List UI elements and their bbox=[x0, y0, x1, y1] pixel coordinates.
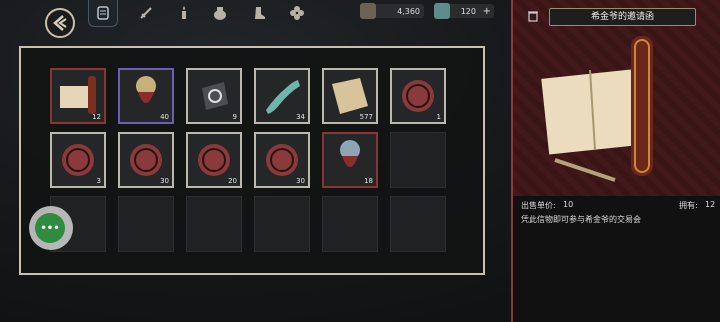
tab-misc[interactable] bbox=[283, 0, 311, 26]
back-arrow-icon bbox=[53, 15, 67, 31]
item-slot-paper[interactable]: 577 bbox=[322, 68, 378, 124]
price-value: 10 bbox=[563, 200, 574, 209]
empty-slot[interactable] bbox=[186, 196, 242, 252]
item-info-box: 出售单价: 10 拥有: 12 凭此信物即可参与希金爷的交易会 bbox=[513, 196, 720, 322]
gem-currency: 120 + bbox=[434, 3, 494, 19]
inventory-panel: 12 40 9 34 577 1 3 30 20 30 18 bbox=[19, 46, 485, 275]
empty-slot[interactable] bbox=[118, 196, 174, 252]
empty-slot[interactable] bbox=[390, 132, 446, 188]
item-qty: 34 bbox=[296, 113, 305, 121]
boot-icon bbox=[255, 7, 265, 19]
item-qty: 12 bbox=[92, 113, 101, 121]
tab-consumables[interactable] bbox=[170, 0, 198, 26]
item-slot-coin[interactable]: 30 bbox=[254, 132, 310, 188]
owned-label: 拥有: bbox=[679, 201, 698, 210]
price-label: 出售单价: bbox=[521, 201, 556, 210]
item-qty: 1 bbox=[436, 113, 441, 121]
item-slot-pouch-blue[interactable]: 18 bbox=[322, 132, 378, 188]
item-slot-rune-stone[interactable]: 9 bbox=[186, 68, 242, 124]
sword-icon bbox=[140, 7, 152, 19]
invitation-illustration-icon bbox=[541, 36, 653, 182]
empty-slot[interactable] bbox=[390, 196, 446, 252]
item-slot-coin[interactable]: 20 bbox=[186, 132, 242, 188]
tab-all[interactable] bbox=[88, 0, 118, 27]
gem-amount: 120 bbox=[460, 6, 476, 16]
scroll-icon bbox=[97, 6, 109, 20]
trash-icon[interactable] bbox=[527, 10, 539, 22]
item-qty: 30 bbox=[160, 177, 169, 185]
add-gems-button[interactable]: + bbox=[483, 6, 491, 17]
tab-weapons[interactable] bbox=[132, 0, 160, 26]
item-qty: 3 bbox=[96, 177, 101, 185]
empty-slot[interactable] bbox=[254, 196, 310, 252]
item-title: 希金爷的邀请函 bbox=[549, 8, 696, 26]
item-qty: 9 bbox=[232, 113, 237, 121]
gold-currency: 4,360 bbox=[360, 3, 424, 19]
item-qty: 40 bbox=[160, 113, 169, 121]
item-slot-pouch-gold[interactable]: 40 bbox=[118, 68, 174, 124]
candle-icon bbox=[182, 6, 186, 19]
item-slot-coin[interactable]: 3 bbox=[50, 132, 106, 188]
tab-bags[interactable] bbox=[206, 0, 234, 26]
tab-boots[interactable] bbox=[245, 0, 273, 26]
clover-icon bbox=[290, 6, 304, 20]
floating-menu-button[interactable]: ••• bbox=[29, 206, 73, 250]
more-icon: ••• bbox=[35, 213, 65, 243]
gem-icon bbox=[434, 3, 450, 19]
coin-stack-icon bbox=[360, 3, 376, 19]
item-qty: 18 bbox=[364, 177, 373, 185]
money-bag-icon bbox=[214, 7, 226, 20]
item-detail-panel: 希金爷的邀请函 出售单价: 10 拥有: 12 凭此信物即可参与希金爷的交易会 bbox=[511, 0, 720, 322]
item-slot-coin[interactable]: 30 bbox=[118, 132, 174, 188]
item-slot-coin[interactable]: 1 bbox=[390, 68, 446, 124]
gold-amount: 4,360 bbox=[397, 6, 420, 16]
item-description: 凭此信物即可参与希金爷的交易会 bbox=[521, 215, 641, 224]
empty-slot[interactable] bbox=[322, 196, 378, 252]
item-qty: 20 bbox=[228, 177, 237, 185]
item-slot-cloth[interactable]: 34 bbox=[254, 68, 310, 124]
back-button[interactable] bbox=[45, 8, 75, 38]
item-qty: 30 bbox=[296, 177, 305, 185]
item-qty: 577 bbox=[359, 113, 373, 121]
owned-value: 12 bbox=[705, 200, 716, 209]
item-slot-invitation[interactable]: 12 bbox=[50, 68, 106, 124]
